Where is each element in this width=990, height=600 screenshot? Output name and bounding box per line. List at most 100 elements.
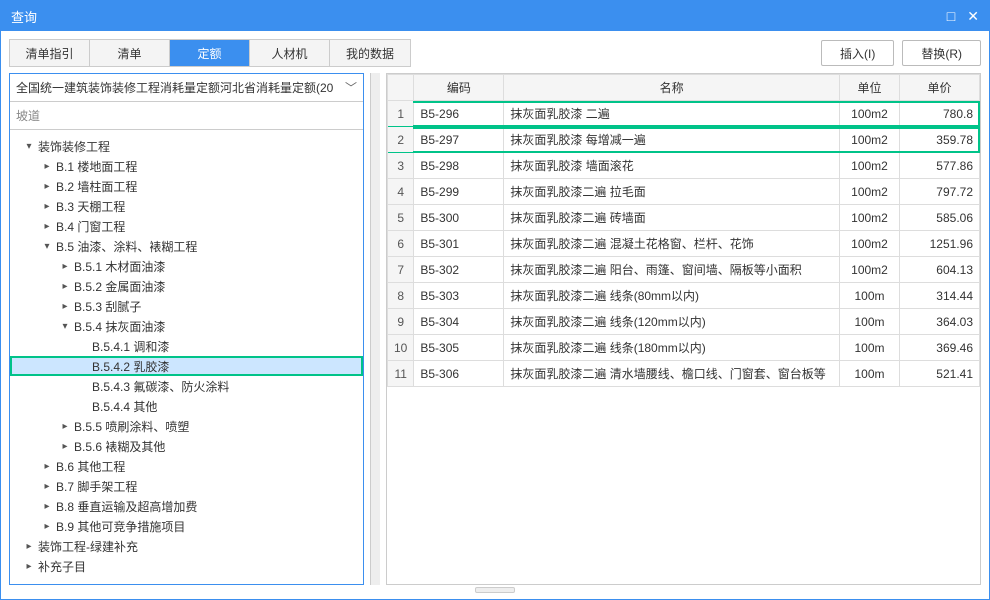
resize-handle-icon[interactable] [475,587,515,593]
table-row[interactable]: 11B5-306抹灰面乳胶漆二遍 清水墙腰线、檐口线、门窗套、窗台板等100m5… [388,361,980,387]
tree-node[interactable]: ▸B.1 楼地面工程 [10,156,363,176]
cell-price: 797.72 [900,179,980,205]
expand-icon[interactable]: ▸ [40,461,54,472]
search-row [10,102,363,130]
tree-label: B.8 垂直运输及超高增加费 [56,498,197,515]
tree-node[interactable]: ▸B.5.5 喷刷涂料、喷塑 [10,416,363,436]
expand-icon[interactable]: ▸ [40,501,54,512]
tree-node[interactable]: ▸B.4 门窗工程 [10,216,363,236]
tree-label: B.5.4 抹灰面油漆 [74,318,165,335]
tree-label: B.5.2 金属面油漆 [74,278,165,295]
expand-icon[interactable]: ▸ [40,481,54,492]
collapse-icon[interactable]: ▾ [40,241,54,252]
tree-label: B.5.4.1 调和漆 [92,338,169,355]
tree-node[interactable]: ▸B.5.6 裱糊及其他 [10,436,363,456]
tree-node[interactable]: ▸B.5.3 刮腻子 [10,296,363,316]
table-row[interactable]: 5B5-300抹灰面乳胶漆二遍 砖墙面100m2585.06 [388,205,980,231]
replace-button[interactable]: 替换(R) [902,40,981,66]
table-row[interactable]: 4B5-299抹灰面乳胶漆二遍 拉毛面100m2797.72 [388,179,980,205]
data-grid[interactable]: 编码名称单位单价1B5-296抹灰面乳胶漆 二遍100m2780.82B5-29… [386,73,981,585]
cell-name: 抹灰面乳胶漆二遍 砖墙面 [504,205,840,231]
table-row[interactable]: 3B5-298抹灰面乳胶漆 墙面滚花100m2577.86 [388,153,980,179]
insert-button[interactable]: 插入(I) [821,40,894,66]
row-number: 5 [388,205,414,231]
cell-price: 369.46 [900,335,980,361]
expand-icon[interactable]: ▸ [58,421,72,432]
collapse-icon[interactable]: ▾ [22,141,36,152]
column-header[interactable]: 单价 [900,75,980,101]
expand-icon[interactable]: ▸ [40,521,54,532]
tab-2[interactable]: 定额 [170,40,250,66]
tree-node[interactable]: ▸B.8 垂直运输及超高增加费 [10,496,363,516]
row-number: 4 [388,179,414,205]
maximize-icon[interactable]: □ [947,8,955,25]
tab-3[interactable]: 人材机 [250,40,330,66]
table-row[interactable]: 10B5-305抹灰面乳胶漆二遍 线条(180mm以内)100m369.46 [388,335,980,361]
row-number: 10 [388,335,414,361]
tree-node[interactable]: ▾B.5.4 抹灰面油漆 [10,316,363,336]
tree-node[interactable]: ▸补充子目 [10,556,363,576]
tab-4[interactable]: 我的数据 [330,40,410,66]
column-header[interactable]: 编码 [414,75,504,101]
tab-1[interactable]: 清单 [90,40,170,66]
close-icon[interactable]: ✕ [967,8,979,25]
expand-icon[interactable]: ▸ [40,201,54,212]
tree-label: B.6 其他工程 [56,458,125,475]
tab-0[interactable]: 清单指引 [10,40,90,66]
collapse-icon[interactable]: ▾ [58,321,72,332]
cell-code: B5-304 [414,309,504,335]
cell-name: 抹灰面乳胶漆二遍 混凝土花格窗、栏杆、花饰 [504,231,840,257]
table-row[interactable]: 6B5-301抹灰面乳胶漆二遍 混凝土花格窗、栏杆、花饰100m21251.96 [388,231,980,257]
tree-label: B.5 油漆、涂料、裱糊工程 [56,238,197,255]
cell-unit: 100m2 [840,179,900,205]
column-header[interactable]: 名称 [504,75,840,101]
tree-node[interactable]: ▸B.3 天棚工程 [10,196,363,216]
table-row[interactable]: 9B5-304抹灰面乳胶漆二遍 线条(120mm以内)100m364.03 [388,309,980,335]
tree-node[interactable]: ▸B.7 脚手架工程 [10,476,363,496]
tree-node[interactable]: B.5.4.3 氟碳漆、防火涂料 [10,376,363,396]
table-row[interactable]: 1B5-296抹灰面乳胶漆 二遍100m2780.8 [388,101,980,127]
tree-node[interactable]: ▸B.9 其他可竞争措施项目 [10,516,363,536]
column-resize-handle[interactable] [370,73,380,585]
tree-label: B.5.1 木材面油漆 [74,258,165,275]
tree-label: B.5.5 喷刷涂料、喷塑 [74,418,189,435]
tree-label: B.5.4.2 乳胶漆 [92,358,169,375]
tree-node[interactable]: ▸B.6 其他工程 [10,456,363,476]
tree-node[interactable]: B.5.4.2 乳胶漆 [10,356,363,376]
tree-node[interactable]: ▾装饰装修工程 [10,136,363,156]
cell-code: B5-297 [414,127,504,153]
tree-label: B.2 墙柱面工程 [56,178,137,195]
tree-node[interactable]: ▸B.2 墙柱面工程 [10,176,363,196]
expand-icon[interactable]: ▸ [58,301,72,312]
column-header[interactable] [388,75,414,101]
search-input[interactable] [10,102,363,129]
table-row[interactable]: 2B5-297抹灰面乳胶漆 每增减一遍100m2359.78 [388,127,980,153]
right-panel: 编码名称单位单价1B5-296抹灰面乳胶漆 二遍100m2780.82B5-29… [386,73,981,585]
tree-node[interactable]: B.5.4.1 调和漆 [10,336,363,356]
tree-label: B.5.3 刮腻子 [74,298,141,315]
tree-label: B.1 楼地面工程 [56,158,137,175]
expand-icon[interactable]: ▸ [22,561,36,572]
tree-node[interactable]: ▾B.5 油漆、涂料、裱糊工程 [10,236,363,256]
tree-node[interactable]: ▸B.5.2 金属面油漆 [10,276,363,296]
expand-icon[interactable]: ▸ [22,541,36,552]
tree-node[interactable]: ▸装饰工程-绿建补充 [10,536,363,556]
expand-icon[interactable]: ▸ [40,181,54,192]
expand-icon[interactable]: ▸ [40,221,54,232]
main-area: 全国统一建筑装饰装修工程消耗量定额河北省消耗量定额(20 ﹀ ▾装饰装修工程▸B… [9,73,981,585]
expand-icon[interactable]: ▸ [58,261,72,272]
cell-code: B5-305 [414,335,504,361]
tree-node[interactable]: ▸B.5.1 木材面油漆 [10,256,363,276]
row-number: 2 [388,127,414,153]
column-header[interactable]: 单位 [840,75,900,101]
category-tree[interactable]: ▾装饰装修工程▸B.1 楼地面工程▸B.2 墙柱面工程▸B.3 天棚工程▸B.4… [10,130,363,584]
table-row[interactable]: 7B5-302抹灰面乳胶漆二遍 阳台、雨篷、窗间墙、隔板等小面积100m2604… [388,257,980,283]
expand-icon[interactable]: ▸ [58,281,72,292]
tree-node[interactable]: B.5.4.4 其他 [10,396,363,416]
norm-selector[interactable]: 全国统一建筑装饰装修工程消耗量定额河北省消耗量定额(20 ﹀ [10,74,363,102]
expand-icon[interactable]: ▸ [58,441,72,452]
table-row[interactable]: 8B5-303抹灰面乳胶漆二遍 线条(80mm以内)100m314.44 [388,283,980,309]
row-number: 7 [388,257,414,283]
expand-icon[interactable]: ▸ [40,161,54,172]
cell-name: 抹灰面乳胶漆二遍 拉毛面 [504,179,840,205]
